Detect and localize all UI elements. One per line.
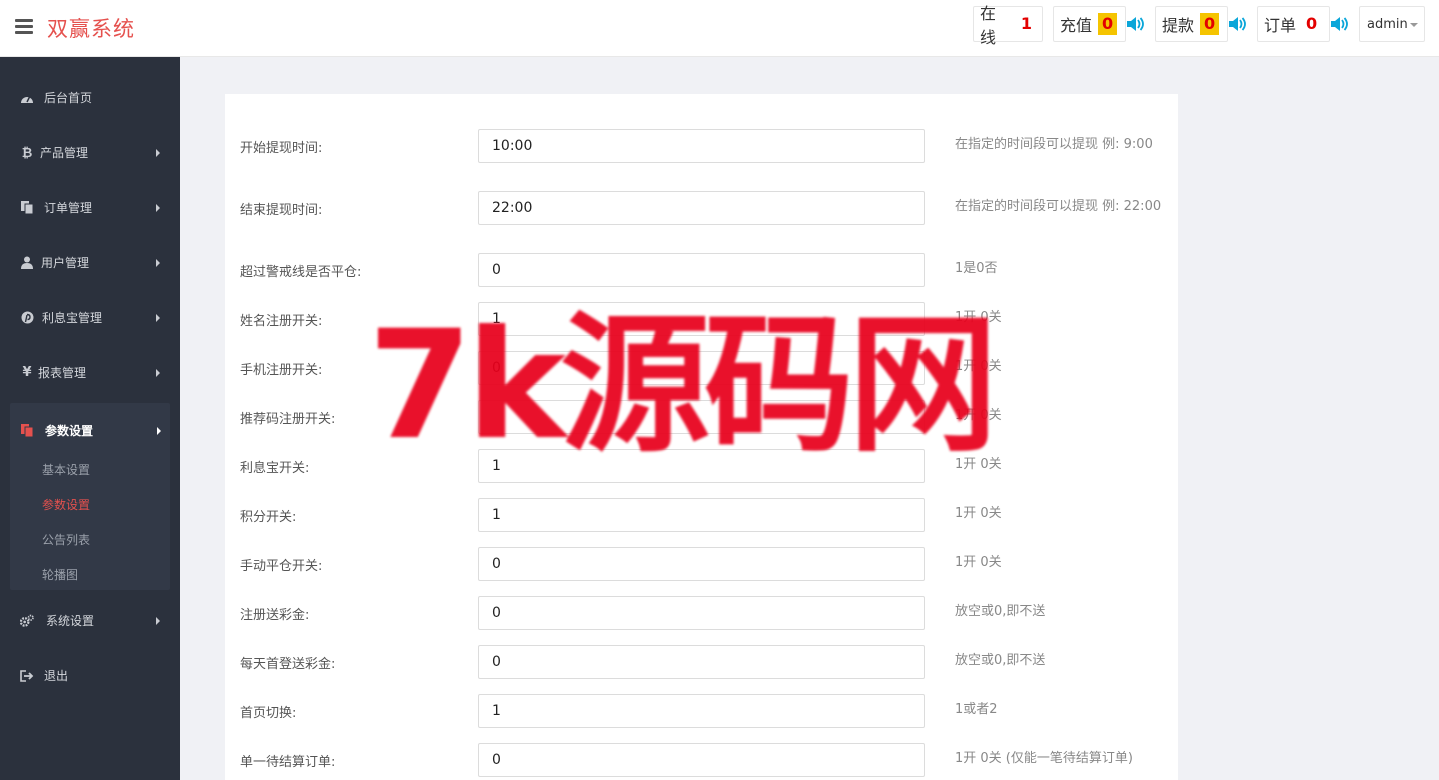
sidebar-item-label: 系统设置 bbox=[46, 614, 95, 628]
withdraw-stat[interactable]: 提款 0 bbox=[1155, 6, 1228, 42]
caret-right-icon bbox=[156, 314, 160, 322]
field-label: 手动平仓开关: bbox=[240, 559, 323, 574]
copy-icon bbox=[20, 200, 34, 215]
sidebar-item-label: 用户管理 bbox=[41, 256, 90, 270]
order-count: 0 bbox=[1305, 14, 1318, 33]
sidebar-group-params: 参数设置 基本设置 参数设置 公告列表 轮播图 bbox=[10, 403, 170, 590]
withdraw-label: 提款 bbox=[1162, 16, 1195, 35]
order-stat[interactable]: 订单 0 bbox=[1257, 6, 1330, 42]
field-hint: 1或者2 bbox=[955, 702, 998, 717]
user-menu[interactable]: admin bbox=[1359, 6, 1425, 42]
caret-down-icon bbox=[1410, 23, 1418, 27]
sidebar-item-label: 后台首页 bbox=[44, 91, 93, 105]
manual-close-input[interactable]: 0 bbox=[478, 547, 925, 581]
sidebar-item-label: 订单管理 bbox=[44, 201, 93, 215]
sub-item-announcements[interactable]: 公告列表 bbox=[42, 531, 90, 548]
sidebar-item-products[interactable]: ₿ 产品管理 bbox=[0, 125, 180, 180]
field-label: 每天首登送彩金: bbox=[240, 657, 336, 672]
caret-right-icon bbox=[156, 204, 160, 212]
caret-right-icon bbox=[156, 617, 160, 625]
recharge-sound-icon[interactable] bbox=[1126, 16, 1146, 32]
watermark: 7k源码网 bbox=[368, 299, 998, 473]
caret-right-icon bbox=[157, 427, 161, 435]
field-hint: 在指定的时间段可以提现 例: 9:00 bbox=[955, 137, 1153, 152]
menu-toggle-icon[interactable] bbox=[15, 19, 33, 35]
cogs-icon bbox=[20, 614, 34, 628]
yen-icon: ¥ bbox=[22, 365, 32, 380]
sidebar-item-reports[interactable]: ¥ 报表管理 bbox=[0, 345, 180, 400]
recharge-count: 0 bbox=[1098, 13, 1118, 35]
pinterest-icon bbox=[20, 311, 34, 325]
field-hint: 1是0否 bbox=[955, 261, 998, 276]
sidebar-item-users[interactable]: 用户管理 bbox=[0, 235, 180, 290]
field-label: 结束提现时间: bbox=[240, 203, 323, 218]
online-label: 在线 bbox=[980, 4, 997, 47]
caret-right-icon bbox=[156, 149, 160, 157]
sub-item-basic-settings[interactable]: 基本设置 bbox=[42, 461, 90, 478]
recharge-stat[interactable]: 充值 0 bbox=[1053, 6, 1126, 42]
sidebar-item-logout[interactable]: 退出 bbox=[0, 648, 180, 703]
field-hint: 1开 0关 bbox=[955, 506, 1002, 521]
field-label: 姓名注册开关: bbox=[240, 314, 323, 329]
sidebar-item-label: 产品管理 bbox=[40, 146, 89, 160]
sidebar-item-dashboard[interactable]: 后台首页 bbox=[0, 70, 180, 125]
caret-right-icon bbox=[156, 259, 160, 267]
field-hint: 1开 0关 bbox=[955, 555, 1002, 570]
bitcoin-icon: ₿ bbox=[21, 145, 33, 161]
recharge-label: 充值 bbox=[1060, 16, 1093, 35]
field-hint: 1开 0关 (仅能一笔待结算订单) bbox=[955, 751, 1133, 766]
field-label: 利息宝开关: bbox=[240, 461, 310, 476]
single-pending-order-input[interactable]: 0 bbox=[478, 743, 925, 777]
points-switch-input[interactable]: 1 bbox=[478, 498, 925, 532]
caret-right-icon bbox=[156, 369, 160, 377]
liquidation-input[interactable]: 0 bbox=[478, 253, 925, 287]
sign-out-icon bbox=[20, 669, 34, 683]
sidebar-item-label: 利息宝管理 bbox=[42, 311, 103, 325]
field-hint: 在指定的时间段可以提现 例: 22:00 bbox=[955, 199, 1162, 214]
sidebar-item-interest[interactable]: 利息宝管理 bbox=[0, 290, 180, 345]
user-icon bbox=[20, 256, 34, 270]
field-hint: 放空或0,即不送 bbox=[955, 653, 1046, 668]
sidebar-item-label: 参数设置 bbox=[45, 424, 94, 438]
sidebar-item-system[interactable]: 系统设置 bbox=[0, 593, 180, 648]
sidebar: 后台首页 ₿ 产品管理 订单管理 用户管理 利息宝管理 ¥ 报表管理 参数设置 … bbox=[0, 57, 180, 780]
order-label: 订单 bbox=[1264, 16, 1297, 35]
field-label: 推荐码注册开关: bbox=[240, 412, 336, 427]
withdraw-end-input[interactable]: 22:00 bbox=[478, 191, 925, 225]
field-label: 手机注册开关: bbox=[240, 363, 323, 378]
withdraw-start-input[interactable]: 10:00 bbox=[478, 129, 925, 163]
daily-login-bonus-input[interactable]: 0 bbox=[478, 645, 925, 679]
homepage-switch-input[interactable]: 1 bbox=[478, 694, 925, 728]
withdraw-count: 0 bbox=[1200, 13, 1220, 35]
field-label: 超过警戒线是否平仓: bbox=[240, 265, 362, 280]
sidebar-item-label: 退出 bbox=[44, 669, 69, 683]
sidebar-item-label: 报表管理 bbox=[38, 366, 87, 380]
online-count: 1 bbox=[1020, 14, 1033, 33]
field-label: 首页切换: bbox=[240, 706, 297, 721]
field-label: 积分开关: bbox=[240, 510, 297, 525]
sidebar-item-orders[interactable]: 订单管理 bbox=[0, 180, 180, 235]
sub-item-carousel[interactable]: 轮播图 bbox=[42, 566, 78, 583]
sub-item-param-settings[interactable]: 参数设置 bbox=[42, 496, 90, 513]
field-label: 开始提现时间: bbox=[240, 141, 323, 156]
sidebar-item-params[interactable]: 参数设置 bbox=[10, 403, 170, 458]
online-stat[interactable]: 在线 1 bbox=[973, 4, 1043, 47]
dashboard-icon bbox=[20, 91, 34, 105]
field-label: 注册送彩金: bbox=[240, 608, 310, 623]
file-icon bbox=[20, 423, 34, 438]
field-label: 单一待结算订单: bbox=[240, 755, 336, 770]
user-name: admin bbox=[1367, 16, 1408, 32]
top-header: 双赢系统 在线 1 充值 0 提款 0 订单 0 admin bbox=[0, 0, 1439, 57]
register-bonus-input[interactable]: 0 bbox=[478, 596, 925, 630]
withdraw-sound-icon[interactable] bbox=[1228, 16, 1248, 32]
order-sound-icon[interactable] bbox=[1330, 16, 1350, 32]
field-hint: 放空或0,即不送 bbox=[955, 604, 1046, 619]
brand-title: 双赢系统 bbox=[47, 17, 135, 41]
